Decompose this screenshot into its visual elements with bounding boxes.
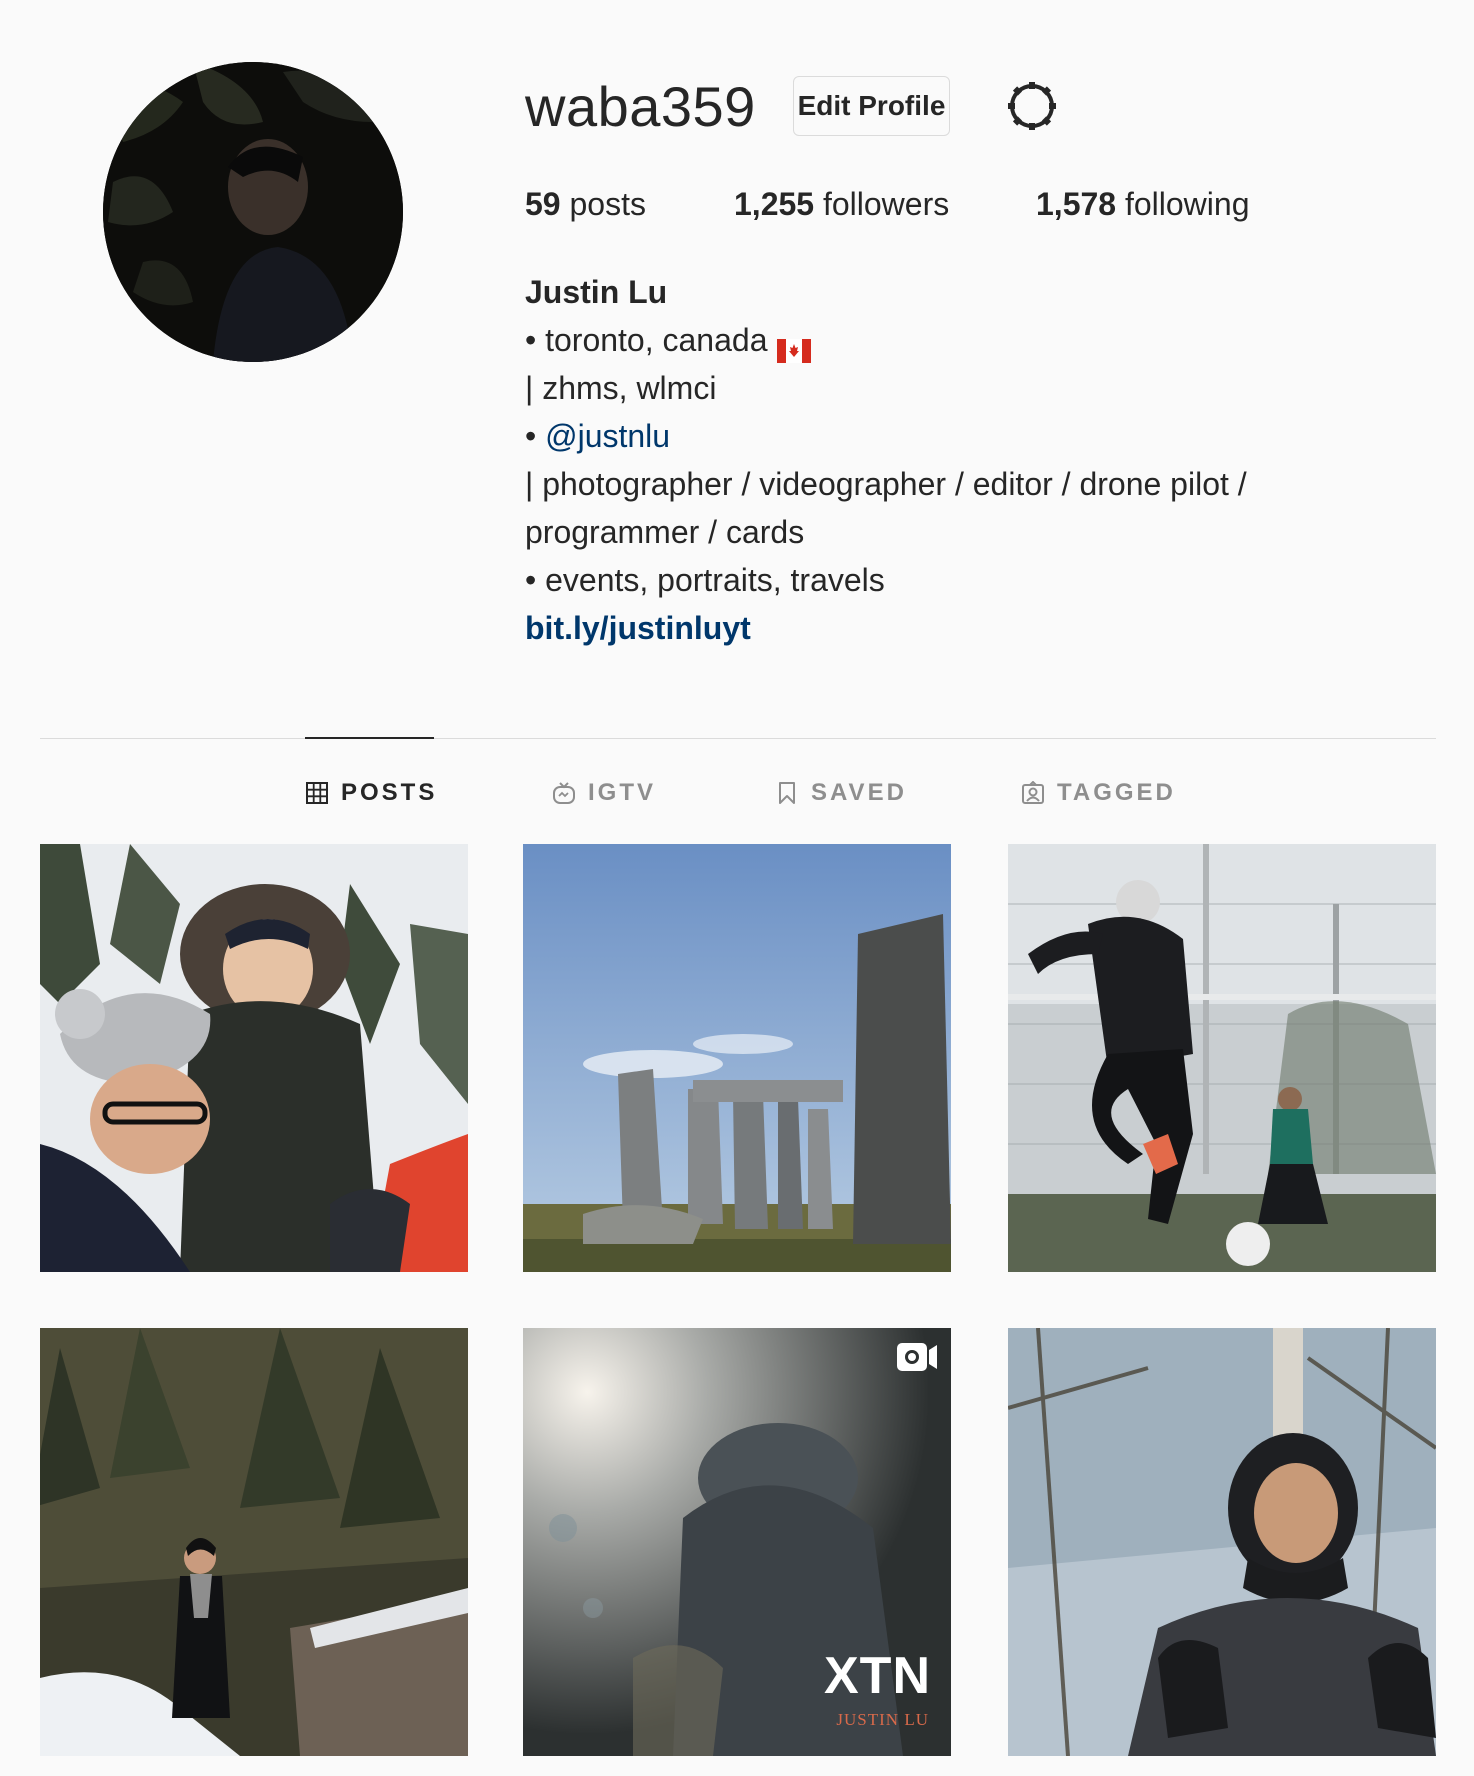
tab-saved[interactable]: SAVED	[775, 778, 907, 808]
post-photo-winter-portrait	[1008, 1328, 1436, 1756]
bio-line-schools: | zhms, wlmci	[525, 370, 717, 406]
tab-posts[interactable]: POSTS	[305, 778, 437, 808]
bio-location-text: • toronto, canada	[525, 322, 768, 358]
bio-line-roles: | photographer / videographer / editor /…	[525, 466, 1247, 502]
profile-full-name: Justin Lu	[525, 274, 668, 310]
following-count-label: following	[1124, 186, 1250, 222]
settings-gear-icon[interactable]	[1006, 80, 1058, 132]
post-thumbnail[interactable]	[1008, 844, 1436, 1272]
bio-line-mention: • @justnlu	[525, 412, 1345, 460]
bio-line-roles-cont: programmer / cards	[525, 514, 805, 550]
tab-saved-label: SAVED	[811, 779, 907, 806]
tab-posts-label: POSTS	[341, 779, 438, 806]
following-count[interactable]: 1,578 following	[1036, 186, 1249, 223]
canada-flag-icon	[777, 328, 812, 363]
bookmark-icon	[779, 782, 795, 804]
profile-username: waba359	[525, 75, 756, 138]
grid-icon	[306, 782, 328, 804]
tagged-icon	[1022, 781, 1044, 804]
bio-mention-link[interactable]: @justnlu	[545, 418, 670, 454]
post-photo-soccer	[1008, 844, 1436, 1272]
avatar-photo	[103, 62, 403, 362]
post-thumbnail[interactable]	[40, 1328, 468, 1756]
post-photo-stonehenge	[523, 844, 951, 1272]
active-tab-indicator	[305, 737, 434, 739]
followers-count-label: followers	[822, 186, 950, 222]
post-photo-winter-friends	[40, 844, 468, 1272]
video-overlay-subtitle: JUSTIN LU	[836, 1710, 929, 1729]
posts-count-number: 59	[525, 186, 561, 222]
igtv-icon	[553, 782, 575, 804]
followers-count-number: 1,255	[734, 186, 815, 222]
bio-bullet: •	[525, 418, 546, 454]
video-camera-icon	[895, 1340, 939, 1374]
edit-profile-button[interactable]: Edit Profile	[793, 76, 950, 136]
tab-tagged[interactable]: TAGGED	[1021, 778, 1176, 808]
tabs-divider	[40, 738, 1436, 739]
profile-bio: Justin Lu • toronto, canada | zhms, wlmc…	[525, 268, 1345, 652]
tab-igtv-label: IGTV	[588, 779, 657, 806]
post-thumbnail[interactable]	[523, 844, 951, 1272]
posts-count-label: posts	[569, 186, 646, 222]
tab-tagged-label: TAGGED	[1057, 779, 1176, 806]
bio-website-link[interactable]: bit.ly/justinluyt	[525, 604, 1345, 652]
post-thumbnail[interactable]	[40, 844, 468, 1272]
post-photo-forest-snow	[40, 1328, 468, 1756]
bio-line-genres: • events, portraits, travels	[525, 562, 885, 598]
profile-avatar[interactable]	[103, 62, 403, 362]
followers-count[interactable]: 1,255 followers	[734, 186, 949, 223]
bio-line-location: • toronto, canada	[525, 316, 1345, 364]
tab-igtv[interactable]: IGTV	[552, 778, 656, 808]
video-overlay-title: XTN	[824, 1647, 931, 1705]
posts-count: 59 posts	[525, 186, 646, 223]
following-count-number: 1,578	[1036, 186, 1117, 222]
post-thumbnail[interactable]	[1008, 1328, 1436, 1756]
post-thumbnail-video[interactable]: XTN JUSTIN LU	[523, 1328, 951, 1756]
